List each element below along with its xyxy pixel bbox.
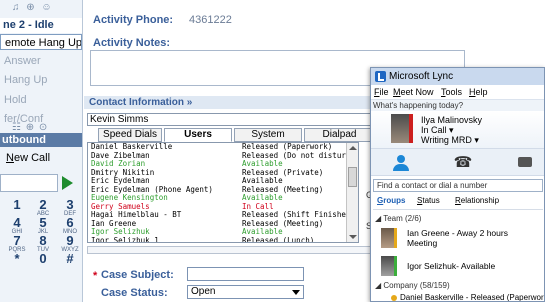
contact-text: Igor Selizhuk- Available <box>407 261 495 271</box>
avatar[interactable] <box>391 114 413 143</box>
phone-toolbar-icons[interactable]: ♫ ⊕ ☺ <box>12 2 54 13</box>
tab-dialpad[interactable]: Dialpad <box>304 128 375 142</box>
dialpad-key-digit: * <box>14 251 20 266</box>
group-team[interactable]: ◢ Team (2/6) <box>375 214 421 223</box>
dialpad-key-digit: # <box>66 251 74 266</box>
menu-tools[interactable]: Tools <box>441 86 462 99</box>
contact-item[interactable]: Igor Selizhuk- Available <box>381 254 541 278</box>
tab-system[interactable]: System <box>234 128 302 142</box>
line-state-label: ne 2 - Idle <box>0 18 82 33</box>
tab-users[interactable]: Users <box>164 128 232 142</box>
softphone-panel: ♫ ⊕ ☺ ne 2 - Idle emote Hang Up Answer H… <box>0 0 83 302</box>
group-company[interactable]: ◢ Company (58/159) <box>375 281 450 290</box>
contact-item[interactable]: Ian Greene - Away 2 hours Meeting <box>381 226 541 250</box>
tab-status-label: tatus <box>422 196 440 205</box>
my-name: Ilya Malinovsky <box>421 115 483 125</box>
case-status-value: Open <box>191 286 216 297</box>
activity-phone-label: Activity Phone: <box>93 14 174 26</box>
activity-notes-label: Activity Notes: <box>93 37 171 49</box>
users-list[interactable]: Daniel Baskerville Released (Paperwork) Da… <box>87 142 359 243</box>
menu-meet-now-label: eet Now <box>400 87 434 97</box>
contact-name-status: Igor Selizhuk- Available <box>407 261 496 271</box>
scroll-up-arrow-icon[interactable] <box>349 146 357 150</box>
dropdown-arrow-icon <box>292 290 300 295</box>
my-activity-note[interactable]: Writing MRD ▾ <box>421 135 479 146</box>
menu-meet-now-mnemonic: M <box>393 87 401 97</box>
case-status-label: Case Status: <box>101 287 168 299</box>
my-activity-label: Writing MRD <box>421 135 472 145</box>
scroll-thumb[interactable] <box>348 167 357 187</box>
screen: ♫ ⊕ ☺ ne 2 - Idle emote Hang Up Answer H… <box>0 0 545 302</box>
outbound-section-header: utbound <box>0 133 82 147</box>
dialpad-key-digit: 6 <box>66 215 74 230</box>
contacts-icon[interactable] <box>391 153 411 173</box>
case-status-select[interactable]: Open <box>187 285 304 299</box>
dialpad-key[interactable]: 0 <box>30 252 56 275</box>
lync-window: Microsoft Lync File Meet Now Tools Help … <box>370 67 545 302</box>
hold-button[interactable]: Hold <box>0 92 82 108</box>
dialpad-key-digit: 5 <box>39 215 47 230</box>
contact-view-tabs: Groups Status Relationship <box>371 195 544 207</box>
new-call-link[interactable]: New Call <box>6 151 50 165</box>
phone-icon[interactable]: ☎ <box>453 153 473 173</box>
lync-logo-icon <box>375 71 386 82</box>
tab-relationship[interactable]: Relationship <box>455 195 499 207</box>
activity-phone-value: 4361222 <box>189 14 232 26</box>
hang-up-button[interactable]: Hang Up <box>0 72 82 88</box>
find-contact-input[interactable]: Find a contact or dial a number <box>373 179 543 192</box>
conversations-icon[interactable] <box>516 153 536 173</box>
menu-meet-now[interactable]: Meet Now <box>393 86 434 99</box>
menu-file-label: ile <box>379 87 389 97</box>
divider <box>373 209 543 210</box>
list-item[interactable]: Igor Selizhuk 1 Released (Lunch) <box>88 235 358 243</box>
dialpad-key-digit: 3 <box>66 197 74 212</box>
lync-view-tabs: ☎ <box>371 148 544 176</box>
dialpad-key-digit: 7 <box>13 233 21 248</box>
new-call-mnemonic: N <box>6 152 14 164</box>
tab-groups-label: roups <box>383 196 406 205</box>
dialpad-key-digit: 1 <box>13 197 21 212</box>
dialpad-key-digit: 0 <box>39 251 47 266</box>
user-status: Released (Lunch) <box>242 235 315 243</box>
user-name: Igor Selizhuk 1 <box>91 235 159 243</box>
dial-number-input[interactable] <box>0 174 58 192</box>
dialpad-key[interactable]: * <box>4 252 30 275</box>
dialpad-key-digit: 2 <box>39 197 47 212</box>
lync-title-bar[interactable]: Microsoft Lync <box>371 68 544 85</box>
my-status-card: Ilya Malinovsky In Call ▾ Writing MRD ▾ <box>371 111 544 148</box>
presence-away-icon <box>391 295 397 301</box>
dialpad-key-digit: 8 <box>39 233 47 248</box>
tab-groups[interactable]: Groups <box>377 195 405 207</box>
dialpad-key[interactable]: # <box>57 251 82 275</box>
my-presence-label: In Call <box>421 125 447 135</box>
menu-help[interactable]: Help <box>469 86 488 99</box>
lync-menu-bar: File Meet Now Tools Help <box>371 86 544 99</box>
scroll-down-arrow-icon[interactable] <box>349 235 357 239</box>
whats-happening-input[interactable]: What's happening today? <box>371 99 544 111</box>
contact-avatar <box>381 256 397 276</box>
tab-status[interactable]: Status <box>417 195 440 207</box>
contact-avatar <box>381 228 397 248</box>
users-list-scrollbar[interactable] <box>346 143 358 242</box>
contact-text: Ian Greene - Away 2 hours Meeting <box>407 228 508 248</box>
contact-name-status: Ian Greene - Away 2 hours <box>407 228 508 238</box>
case-subject-label: Case Subject: <box>101 269 174 281</box>
case-subject-input[interactable] <box>187 267 304 281</box>
phone-mid-icons[interactable]: ☷ ⊕ ⊙ <box>12 122 48 133</box>
menu-tools-label: ools <box>445 87 463 97</box>
menu-file[interactable]: File <box>374 86 389 99</box>
lync-title: Microsoft Lync <box>389 71 454 82</box>
dialpad-key-digit: 9 <box>66 233 74 248</box>
contact-item-compact[interactable]: Daniel Baskerville - Released (Paperwork… <box>400 293 544 301</box>
tab-speed-dials[interactable]: Speed Dials <box>98 128 162 142</box>
contact-note: Meeting <box>407 238 438 248</box>
tab-relationship-label: elationship <box>460 196 500 205</box>
remote-hang-up-button[interactable]: emote Hang Up <box>0 34 82 50</box>
new-call-label: ew Call <box>13 152 51 164</box>
dialpad-key-digit: 4 <box>13 215 21 230</box>
menu-help-label: elp <box>475 87 488 97</box>
dial-play-icon[interactable] <box>62 176 73 190</box>
required-marker: * <box>93 270 98 282</box>
answer-button[interactable]: Answer <box>0 53 82 69</box>
